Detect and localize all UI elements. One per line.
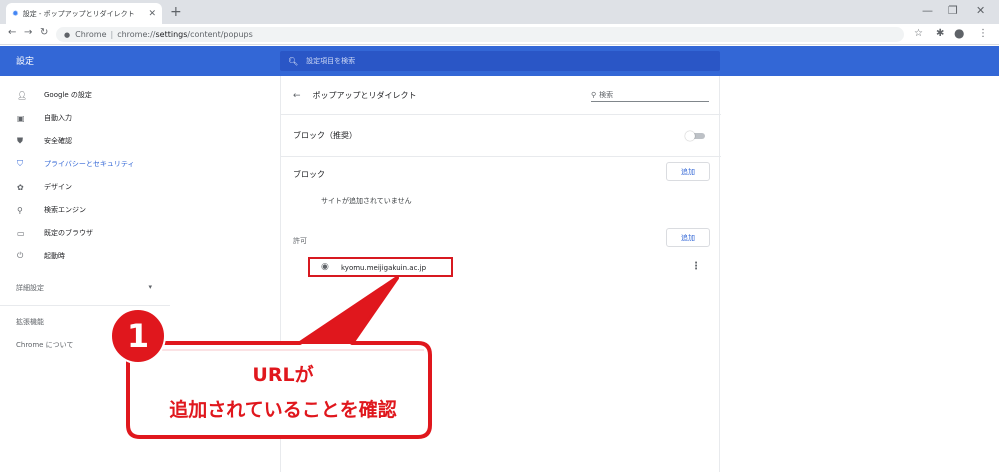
new-tab-button[interactable]: + [170, 3, 182, 21]
tab-title: 設定 - ポップアップとリダイレクト [22, 9, 135, 18]
divider [281, 114, 721, 115]
sidebar-item-safety-check[interactable]: ⛊ 安全確認 [0, 130, 170, 152]
sidebar-item-label: Google の設定 [44, 91, 92, 99]
step-number-badge: 1 [126, 317, 150, 355]
add-blocked-site-button[interactable]: 追加 [666, 162, 710, 181]
address-path: /content/popups [187, 30, 253, 39]
back-arrow-icon[interactable]: ← [8, 27, 16, 38]
sidebar-advanced[interactable]: 詳細設定 ▾ [16, 283, 152, 293]
extensions-puzzle-icon[interactable]: ✱ [936, 28, 944, 39]
settings-title: 設定 [16, 57, 35, 67]
block-section-title: ブロック [293, 170, 325, 179]
address-host: settings [155, 30, 188, 39]
back-arrow-icon[interactable]: ← [293, 91, 301, 101]
clipboard-icon: ▣ [17, 113, 25, 123]
minimize-icon[interactable]: — [922, 4, 933, 17]
palette-icon: ✿ [17, 182, 24, 192]
block-recommended-label: ブロック（推奨） [293, 131, 357, 140]
forward-arrow-icon[interactable]: → [24, 27, 32, 38]
page-title: ポップアップとリダイレクト [312, 91, 417, 100]
add-allowed-site-button[interactable]: 追加 [666, 228, 710, 247]
sidebar-item-extensions[interactable]: 拡張機能 [16, 317, 44, 327]
empty-block-list-text: サイトが追加されていません [321, 197, 412, 205]
sidebar-item-on-startup[interactable]: ⏻ 起動時 [0, 245, 170, 267]
allow-section-title: 許可 [293, 237, 307, 245]
settings-search-input[interactable]: 🔍︎ 設定項目を検索 [280, 51, 720, 71]
sidebar-item-default-browser[interactable]: ▭ 既定のブラウザ [0, 222, 170, 244]
block-recommended-toggle[interactable] [685, 131, 705, 141]
sidebar-item-google[interactable]: 👤︎ Google の設定 [0, 84, 170, 106]
sidebar-item-autofill[interactable]: ▣ 自動入力 [0, 107, 170, 129]
address-separator: | [110, 30, 114, 39]
search-icon: ⚲ [17, 205, 23, 215]
toggle-knob [685, 131, 695, 141]
sidebar-item-label: 既定のブラウザ [44, 229, 93, 237]
site-search-label: 検索 [599, 91, 614, 99]
search-icon: ⚲ [591, 91, 597, 99]
maximize-icon[interactable]: ❐ [948, 4, 958, 17]
power-icon: ⏻ [17, 251, 24, 260]
settings-header: 設定 🔍︎ 設定項目を検索 [0, 46, 999, 76]
sidebar-item-label: 安全確認 [44, 137, 72, 145]
menu-kebab-icon[interactable]: ⋮ [978, 28, 988, 39]
chevron-down-icon: ▾ [148, 283, 152, 291]
sidebar-item-label: デザイン [44, 183, 72, 191]
reload-icon[interactable]: ↻ [40, 27, 48, 38]
highlight-box [308, 257, 453, 277]
sidebar-item-privacy[interactable]: ⛉ プライバシーとセキュリティ [0, 153, 170, 175]
sidebar-item-search-engine[interactable]: ⚲ 検索エンジン [0, 199, 170, 221]
person-icon: 👤︎ [17, 90, 28, 100]
close-window-icon[interactable]: ✕ [976, 4, 985, 17]
callout-line-2: 追加されていることを確認 [169, 399, 397, 421]
tab-strip: ✹ 設定 - ポップアップとリダイレクト ✕ + — ❐ ✕ [0, 0, 999, 24]
star-icon[interactable]: ☆ [914, 28, 923, 39]
sidebar-item-appearance[interactable]: ✿ デザイン [0, 176, 170, 198]
gear-icon: ✹ [12, 9, 19, 18]
search-icon: 🔍︎ [288, 56, 299, 66]
callout-line-1: URLが [252, 364, 314, 386]
sidebar-item-about[interactable]: Chrome について [16, 340, 73, 350]
sidebar-advanced-label: 詳細設定 [16, 284, 44, 292]
divider [281, 156, 721, 157]
close-icon[interactable]: ✕ [148, 9, 156, 19]
search-placeholder: 設定項目を検索 [306, 57, 356, 65]
site-search-input[interactable]: ⚲ 検索 [591, 89, 709, 102]
shield-check-icon: ⛊ [17, 136, 23, 145]
shield-icon: ⛉ [17, 159, 23, 168]
more-actions-icon[interactable]: ⋮ [691, 261, 701, 272]
sidebar-item-label: プライバシーとセキュリティ [44, 160, 135, 168]
chrome-site-icon: ● [64, 30, 71, 39]
browser-toolbar: ← → ↻ ● Chrome | chrome://settings/conte… [0, 24, 999, 45]
sidebar-divider [0, 305, 170, 306]
address-prefix: Chrome [75, 30, 107, 39]
browser-icon: ▭ [17, 228, 25, 238]
page-header: ← ポップアップとリダイレクト [293, 90, 417, 101]
profile-avatar-icon[interactable]: ● [954, 26, 964, 40]
address-bar[interactable]: ● Chrome | chrome://settings/content/pop… [56, 27, 904, 42]
sidebar-item-label: 起動時 [44, 252, 65, 260]
address-scheme: chrome:// [117, 30, 156, 39]
sidebar-item-label: 検索エンジン [44, 206, 86, 214]
tab-settings-popups[interactable]: ✹ 設定 - ポップアップとリダイレクト ✕ [6, 3, 162, 24]
sidebar-item-label: 自動入力 [44, 114, 72, 122]
